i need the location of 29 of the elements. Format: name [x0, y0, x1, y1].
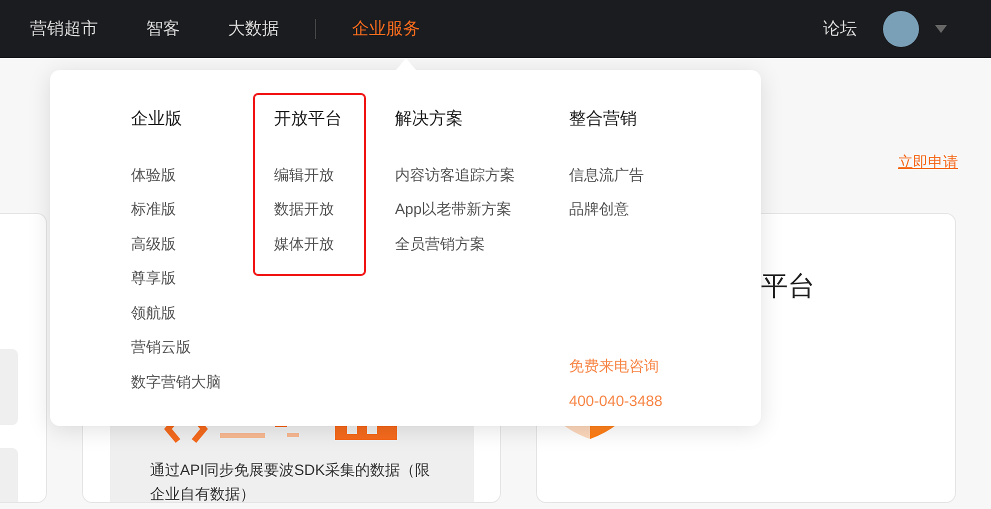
menu-item[interactable]: 内容访客追踪方案	[395, 166, 569, 186]
menu-item[interactable]: 全员营销方案	[395, 234, 569, 255]
menu-item[interactable]: 体验版	[131, 166, 274, 186]
menu-item[interactable]: 营销云版	[131, 338, 274, 358]
menu-item[interactable]: 尊享版	[131, 269, 274, 290]
menu-heading: 解决方案	[395, 108, 464, 130]
nav-link[interactable]: 企业服务	[352, 16, 420, 42]
menu-heading: 整合营销	[569, 108, 638, 130]
feature-description: 通过API同步免展要波SDK采集的数据（限企业自有数据）	[150, 461, 432, 502]
menu-item[interactable]: 信息流广告	[569, 166, 719, 186]
menu-item[interactable]: 数据开放	[274, 200, 345, 220]
menu-heading: 企业版	[131, 108, 183, 130]
nav-link[interactable]: 智客	[146, 16, 180, 42]
menu-item[interactable]: 品牌创意	[569, 200, 719, 220]
card-title: 平台	[761, 270, 816, 303]
nav-link[interactable]: 营销超市	[30, 16, 98, 42]
menu-item[interactable]: 编辑开放	[274, 166, 345, 186]
menu-item[interactable]: App以老带新方案	[395, 200, 569, 220]
menu-item[interactable]: 标准版	[131, 200, 274, 220]
menu-item[interactable]: 领航版	[131, 304, 274, 324]
menu-item[interactable]: 数字营销大脑	[131, 372, 274, 393]
menu-item[interactable]: 高级版	[131, 234, 274, 255]
nav-link[interactable]: 大数据	[228, 16, 279, 42]
contact-label: 免费来电咨询	[569, 357, 660, 377]
caret-icon[interactable]	[935, 25, 947, 33]
menu-item[interactable]: 媒体开放	[274, 234, 345, 255]
nav-link[interactable]: 论坛	[823, 16, 857, 42]
menu-heading: 开放平台	[274, 108, 343, 130]
avatar[interactable]	[883, 11, 919, 47]
